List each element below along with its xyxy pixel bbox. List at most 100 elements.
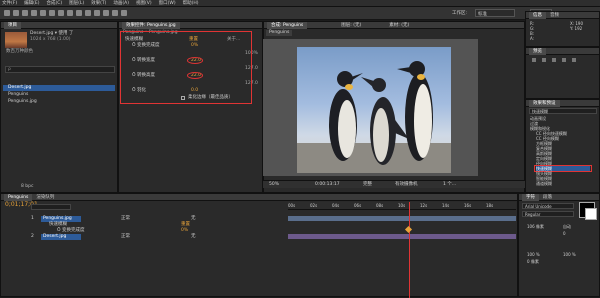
character-tab-header: 字符 段落 [519, 193, 599, 201]
menu-composition[interactable]: 合成(C) [46, 0, 62, 6]
layer-number: 1 [31, 216, 34, 221]
mask-tool-icon[interactable] [67, 10, 73, 16]
layer-name[interactable]: Desert.jpg [41, 234, 81, 240]
selection-tool-icon[interactable] [4, 10, 10, 16]
project-search-input[interactable]: ρ [5, 66, 115, 73]
project-file-name: Penguins.jpg [8, 99, 37, 104]
annotation-box [120, 31, 252, 104]
next-frame-icon[interactable] [562, 58, 566, 62]
bpc-indicator[interactable]: 8 bpc [21, 184, 33, 190]
menu-edit[interactable]: 编辑(E) [24, 0, 39, 6]
horizontal-scale-value[interactable]: 100 % [563, 252, 576, 257]
layer-number: 2 [31, 234, 34, 239]
menu-bar: 文件(F) 编辑(E) 合成(C) 图层(L) 效果(T) 动画(A) 视图(V… [0, 0, 600, 7]
leading-value[interactable]: 自动 [563, 224, 571, 229]
clone-tool-icon[interactable] [94, 10, 100, 16]
layer-parent[interactable]: 无 [191, 234, 196, 240]
workspace-value: 标准 [478, 12, 487, 17]
project-file-row[interactable]: Desert.jpg [3, 85, 115, 91]
timeline-tab[interactable]: Penguins [4, 193, 33, 201]
text-tool-icon[interactable] [76, 10, 82, 16]
playback-controls [532, 58, 592, 64]
menu-help[interactable]: 帮助(H) [183, 0, 199, 6]
project-tab-header: 项目 [1, 21, 117, 29]
menu-window[interactable]: 窗口(W) [159, 0, 176, 6]
footage-tab[interactable]: 素材: (无) [385, 22, 413, 29]
timeline-panel: Penguins 渲染队列 0;01;17;01 1 Penguins.jpg … [0, 193, 518, 298]
preview-tab[interactable]: 预览 [529, 47, 546, 55]
layer-tab[interactable]: 图层: (无) [337, 22, 365, 29]
info-tab-header: 信息 音频 [526, 11, 599, 19]
project-file-row[interactable]: Penguins.jpg [3, 99, 115, 105]
timeline-ruler[interactable]: 00s 02s 04s 06s 08s 10s 12s 14s 16s 18s [288, 202, 516, 210]
layer-bar[interactable] [288, 234, 516, 239]
prev-frame-icon[interactable] [542, 58, 546, 62]
menu-file[interactable]: 文件(F) [2, 0, 17, 6]
last-frame-icon[interactable] [572, 58, 576, 62]
toolbar: 工作区: 标准 [0, 7, 600, 20]
menu-layer[interactable]: 图层(L) [69, 0, 84, 6]
info-a: A: [530, 36, 535, 41]
baseline-shift-value[interactable]: 0 像素 [527, 259, 539, 264]
layer-effect-param-value[interactable]: 0% [181, 228, 188, 234]
eraser-tool-icon[interactable] [103, 10, 109, 16]
composition-viewer[interactable] [263, 39, 478, 176]
layer-mode[interactable]: 正常 [121, 216, 130, 222]
pan-behind-tool-icon[interactable] [49, 10, 55, 16]
paragraph-tab[interactable]: 段落 [539, 194, 556, 201]
preview-tab-header: 预览 [526, 47, 599, 55]
project-tab[interactable]: 项目 [4, 21, 21, 29]
effects-search-value: 快速模糊 [532, 109, 548, 114]
project-thumbnail [5, 32, 27, 48]
rotate-tool-icon[interactable] [31, 10, 37, 16]
character-tab[interactable]: 字符 [522, 193, 539, 201]
font-family-dropdown[interactable]: Arial Unicode [522, 203, 574, 209]
penguins-illustration [297, 61, 451, 173]
layer-parent[interactable]: 无 [191, 216, 196, 222]
font-style-dropdown[interactable]: Regular [522, 211, 574, 217]
render-queue-tab[interactable]: 渲染队列 [32, 194, 58, 201]
zoom-level[interactable]: 50% [269, 182, 279, 188]
timeline-search-input[interactable] [31, 204, 71, 210]
composition-subtab[interactable]: Penguins [266, 30, 293, 36]
ruler-tick: 06s [354, 203, 362, 208]
composition-tab[interactable]: 合成: Penguins [267, 21, 308, 29]
vertical-scale-value[interactable]: 100 % [527, 252, 540, 257]
effects-item[interactable]: 通道模糊 [536, 181, 552, 186]
play-icon[interactable] [552, 58, 556, 62]
brush-tool-icon[interactable] [85, 10, 91, 16]
hand-tool-icon[interactable] [13, 10, 19, 16]
roto-tool-icon[interactable] [112, 10, 118, 16]
effects-presets-tab[interactable]: 效果和预设 [529, 99, 560, 107]
zoom-tool-icon[interactable] [22, 10, 28, 16]
current-time[interactable]: 0:00:13:17 [315, 182, 340, 188]
views-dropdown[interactable]: 1 个... [443, 182, 456, 188]
timeline-tab-header: Penguins 渲染队列 [1, 193, 517, 201]
ruler-tick: 02s [310, 203, 318, 208]
keyframe-icon[interactable] [404, 225, 413, 234]
current-time-indicator[interactable] [409, 202, 410, 298]
camera-dropdown[interactable]: 有效摄像机 [395, 182, 418, 188]
puppet-tool-icon[interactable] [121, 10, 127, 16]
stroke-color-swatch[interactable] [585, 208, 597, 220]
workspace-dropdown[interactable]: 标准 [475, 9, 515, 17]
composition-tab-header: 合成: Penguins 图层: (无) 素材: (无) [264, 21, 524, 29]
info-tab[interactable]: 信息 [529, 11, 546, 19]
camera-tool-icon[interactable] [40, 10, 46, 16]
menu-view[interactable]: 视图(V) [136, 0, 152, 6]
audio-tab[interactable]: 音频 [546, 12, 563, 19]
tracking-value[interactable]: 0 [563, 231, 566, 236]
pen-tool-icon[interactable] [58, 10, 64, 16]
first-frame-icon[interactable] [532, 58, 536, 62]
resolution-dropdown[interactable]: 完整 [363, 182, 372, 188]
ruler-tick: 08s [376, 203, 384, 208]
menu-animation[interactable]: 动画(A) [113, 0, 129, 6]
effect-controls-panel: 效果控件: Penguins.jpg Penguins • Penguins.j… [118, 21, 263, 193]
layer-bar[interactable] [288, 216, 516, 221]
layer-mode[interactable]: 正常 [121, 234, 130, 240]
effect-controls-tab[interactable]: 效果控件: Penguins.jpg [122, 21, 180, 29]
project-file-row[interactable]: Penguins [3, 92, 115, 98]
font-size-value[interactable]: 106 像素 [527, 224, 544, 229]
menu-effect[interactable]: 效果(T) [91, 0, 106, 6]
effects-search-input[interactable]: 快速模糊 [529, 108, 597, 114]
